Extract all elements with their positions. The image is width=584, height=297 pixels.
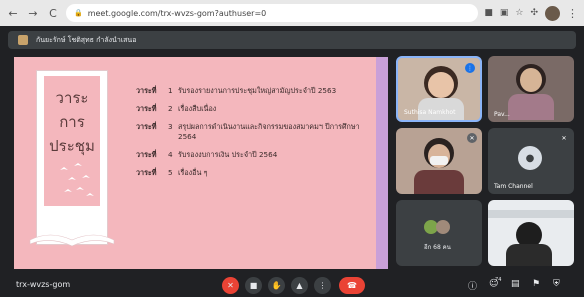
participant-tile[interactable]: [488, 200, 574, 266]
menu-icon[interactable]: ⋮: [567, 7, 578, 20]
presenting-banner: กันยะรักษ์ โชติสุทธ กำลังนำเสนอ: [8, 31, 576, 49]
more-icon: ⋮: [318, 281, 327, 290]
chat-icon[interactable]: ▤: [511, 279, 520, 289]
agenda-item: วาระที่ 1 รับรองรายงานการประชุมใหญ่สามัญ…: [136, 86, 376, 96]
address-bar[interactable]: 🔒 meet.google.com/trx-wvzs-gom?authuser=…: [66, 4, 479, 22]
slide-title-line: ประชุม: [49, 137, 95, 155]
more-participants-tile[interactable]: อีก 68 คน: [396, 200, 482, 266]
mic-off-icon: ✕: [467, 133, 477, 143]
agenda-text: สรุปผลการดำเนินงานและกิจกรรมของสมาคมฯ ปี…: [178, 122, 360, 141]
agenda-list: วาระที่ 1 รับรองรายงานการประชุมใหญ่สามัญ…: [136, 86, 376, 186]
participant-tile[interactable]: ✕: [396, 128, 482, 194]
agenda-text: เรื่องสืบเนื่อง: [178, 104, 217, 113]
forward-button[interactable]: →: [26, 6, 40, 20]
presenting-label: กันยะรักษ์ โชติสุทธ กำลังนำเสนอ: [36, 35, 137, 44]
info-icon[interactable]: ⓘ: [468, 279, 477, 292]
agenda-number: 5: [168, 168, 173, 177]
present-icon: ▲: [296, 281, 303, 290]
open-book-icon: [29, 234, 115, 247]
agenda-key: วาระที่: [136, 168, 157, 177]
agenda-key: วาระที่: [136, 122, 157, 131]
agenda-text: เรื่องอื่น ๆ: [178, 168, 208, 177]
agenda-item: วาระที่ 3 สรุปผลการดำเนินงานและกิจกรรมขอ…: [136, 122, 376, 142]
activities-icon[interactable]: ⚑: [532, 279, 540, 289]
more-options-button[interactable]: ⋮: [314, 277, 331, 294]
participants-count: 74: [495, 277, 502, 283]
hand-icon: ✋: [271, 281, 282, 290]
camera-icon: ■: [249, 281, 258, 290]
agenda-number: 3: [168, 122, 173, 131]
share-icon[interactable]: ▣: [500, 8, 509, 18]
participant-tile[interactable]: Pav...: [488, 56, 574, 122]
url-text: meet.google.com/trx-wvzs-gom?authuser=0: [87, 8, 267, 18]
agenda-item: วาระที่ 2 เรื่องสืบเนื่อง: [136, 104, 376, 114]
mic-off-icon: ✕: [561, 134, 567, 142]
agenda-key: วาระที่: [136, 150, 157, 159]
slide-edge-strip: [376, 57, 388, 269]
more-participants-label: อีก 68 คน: [424, 244, 451, 251]
profile-avatar[interactable]: [545, 5, 560, 21]
participant-tile[interactable]: ⋮ Suthisa Namkhot: [396, 56, 482, 122]
avatar: [436, 220, 450, 234]
agenda-item: วาระที่ 4 รับรองงบการเงิน ประจำปี 2564: [136, 150, 376, 160]
mic-toggle-button[interactable]: ✕: [222, 277, 239, 294]
mic-off-icon: ✕: [227, 281, 234, 290]
agenda-text: รับรองงบการเงิน ประจำปี 2564: [178, 150, 278, 159]
back-button[interactable]: ←: [6, 6, 20, 20]
leave-call-button[interactable]: ☎: [339, 277, 365, 294]
participant-name: Tam Channel: [494, 183, 533, 190]
birds-illustration: [50, 160, 100, 210]
reload-button[interactable]: C: [46, 6, 60, 20]
agenda-number: 4: [168, 150, 173, 159]
star-icon[interactable]: ☆: [515, 8, 523, 18]
camera-toggle-button[interactable]: ■: [245, 277, 262, 294]
slide-title-line: วาระ: [55, 89, 89, 107]
lock-icon: 🔒: [74, 9, 83, 17]
camera-icon[interactable]: ■: [484, 8, 493, 18]
speaking-icon: ⋮: [465, 63, 475, 73]
people-button[interactable]: ☺ 74: [489, 277, 502, 289]
participant-name: Pav...: [494, 111, 510, 118]
meeting-code: trx-wvzs-gom: [16, 280, 71, 289]
avatar: ●: [518, 146, 542, 170]
present-button[interactable]: ▲: [291, 277, 308, 294]
agenda-text: รับรองรายงานการประชุมใหญ่สามัญประจำปี 25…: [178, 86, 337, 95]
browser-toolbar: ← → C 🔒 meet.google.com/trx-wvzs-gom?aut…: [0, 0, 584, 26]
agenda-number: 1: [168, 86, 173, 95]
raise-hand-button[interactable]: ✋: [268, 277, 285, 294]
slide-title-line: การ: [59, 113, 85, 131]
agenda-key: วาระที่: [136, 86, 157, 95]
participant-tile[interactable]: ● ✕ Tam Channel: [488, 128, 574, 194]
presenter-avatar: [18, 35, 28, 45]
puzzle-icon[interactable]: ✣: [530, 8, 538, 18]
extension-icons: ■ ▣ ☆ ✣ ⋮: [484, 5, 578, 21]
participant-name: Suthisa Namkhot: [404, 109, 456, 116]
agenda-key: วาระที่: [136, 104, 157, 113]
host-controls-icon[interactable]: ⛨: [553, 279, 560, 289]
agenda-item: วาระที่ 5 เรื่องอื่น ๆ: [136, 168, 376, 178]
phone-icon: ☎: [347, 281, 357, 290]
meeting-controls-bar: trx-wvzs-gom ✕ ■ ✋ ▲ ⋮ ☎ ⓘ ☺ 74 ▤ ⚑ ⛨: [0, 274, 584, 297]
agenda-number: 2: [168, 104, 173, 113]
